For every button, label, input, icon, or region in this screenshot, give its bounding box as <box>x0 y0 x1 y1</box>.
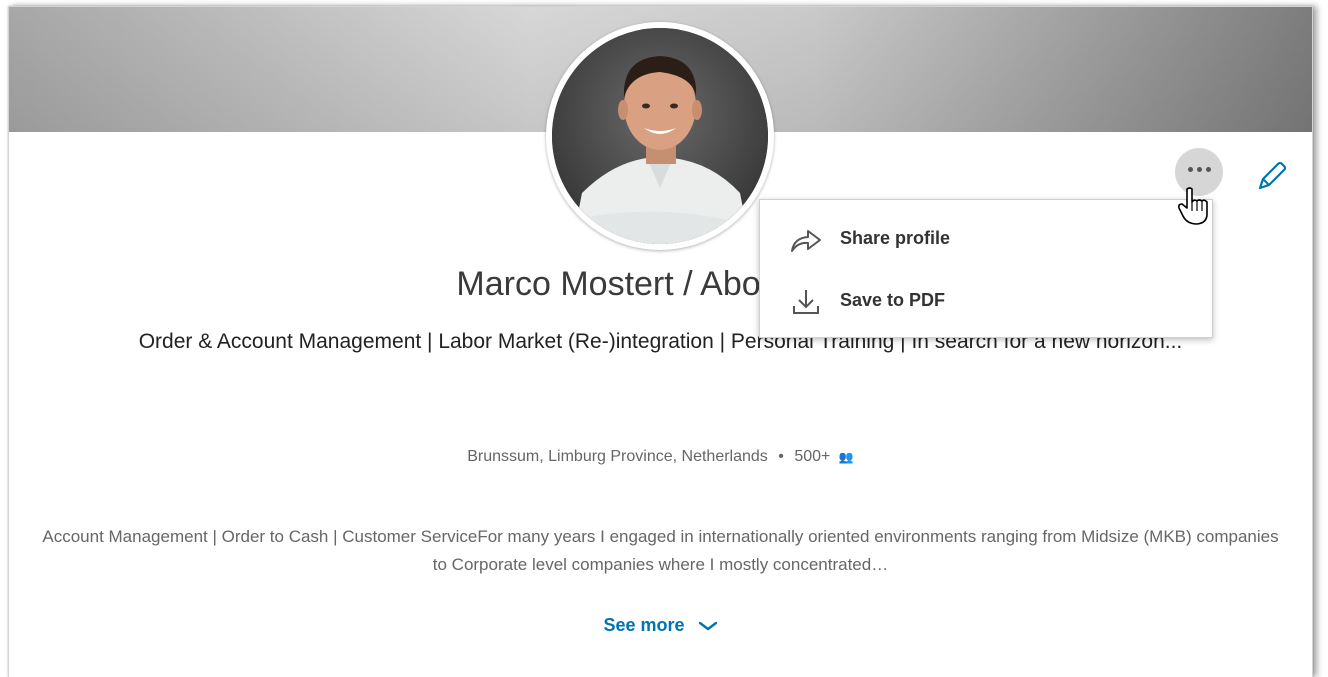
share-arrow-icon <box>791 230 821 252</box>
location-text: Brunssum, Limburg Province, Netherlands <box>467 448 768 465</box>
profile-location-line: Brunssum, Limburg Province, Netherlands … <box>9 448 1312 466</box>
see-more-button[interactable]: See more <box>9 615 1312 636</box>
profile-card: Marco Mostert / About to m Order & Accou… <box>8 6 1313 677</box>
connections-count[interactable]: 500+ <box>794 448 830 465</box>
avatar-frame <box>546 22 774 250</box>
more-actions-dropdown: Share profile Save to PDF <box>759 199 1213 338</box>
see-more-label: See more <box>603 615 685 635</box>
avatar-photo <box>552 28 768 244</box>
share-profile-label: Share profile <box>840 228 951 248</box>
more-horizontal-icon <box>1187 166 1211 172</box>
pencil-icon[interactable] <box>1254 160 1288 194</box>
share-profile-menu-item[interactable]: Share profile <box>760 208 1212 268</box>
profile-summary: Account Management | Order to Cash | Cus… <box>42 527 1279 574</box>
download-icon <box>793 290 819 314</box>
chevron-down-icon <box>698 622 717 631</box>
save-to-pdf-label: Save to PDF <box>840 290 946 310</box>
avatar[interactable] <box>552 28 768 244</box>
save-to-pdf-menu-item[interactable]: Save to PDF <box>760 270 1212 330</box>
people-icon: 👥 <box>838 450 854 464</box>
hand-cursor-icon <box>1178 187 1208 225</box>
separator: • <box>778 448 784 465</box>
